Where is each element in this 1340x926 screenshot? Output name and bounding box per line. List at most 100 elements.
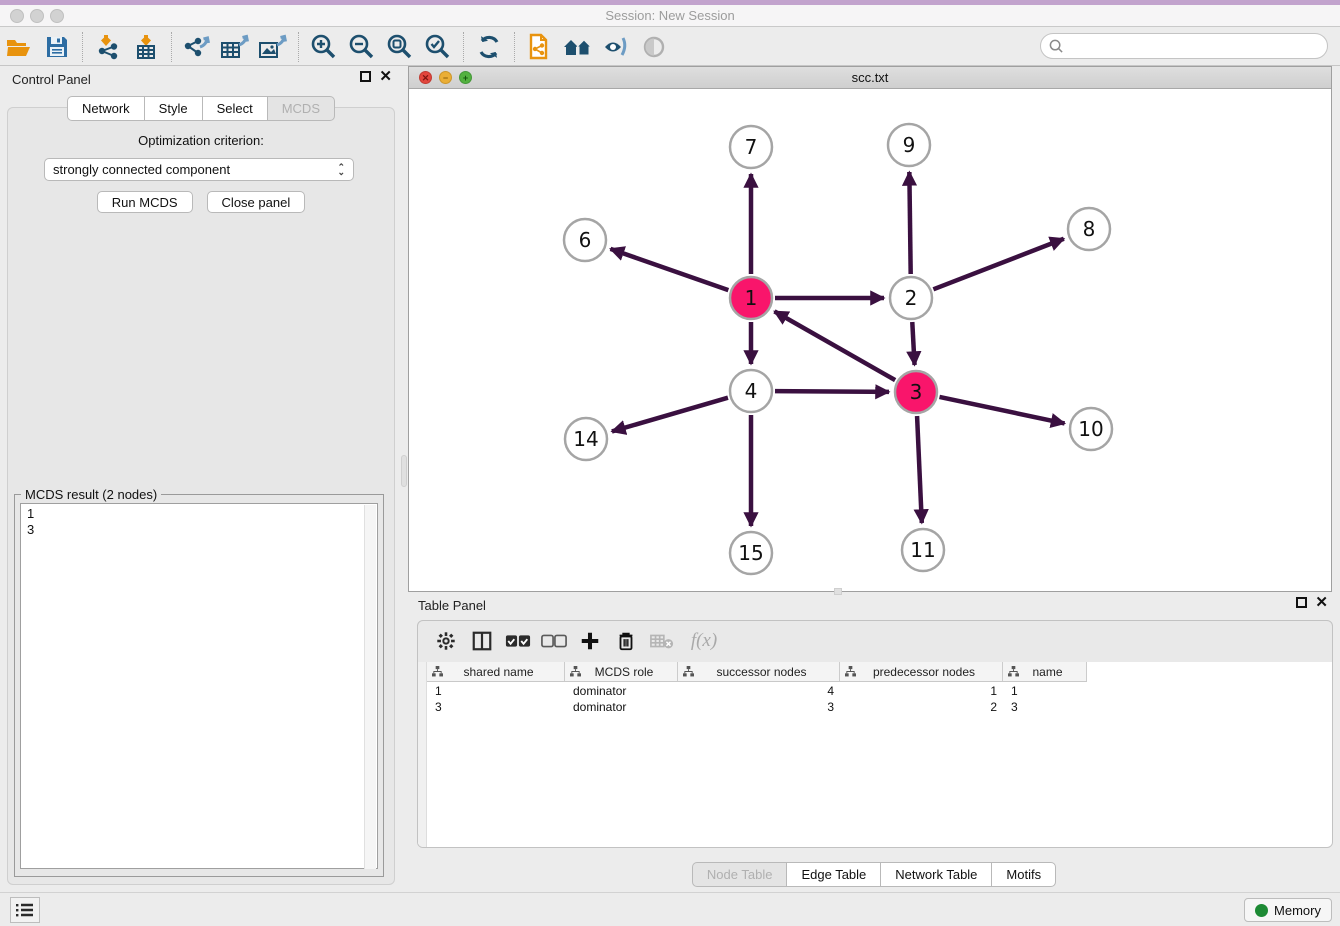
column-header-MCDS-role[interactable]: MCDS role	[565, 662, 678, 681]
import-network-icon	[94, 33, 122, 61]
column-header-successor-nodes[interactable]: successor nodes	[678, 662, 840, 681]
graph-node-label-10: 10	[1078, 417, 1103, 441]
search-field[interactable]	[1040, 33, 1328, 59]
table-cell[interactable]: 1	[427, 683, 565, 699]
zoom-selected-icon	[424, 33, 452, 61]
home-button[interactable]	[559, 31, 597, 63]
memory-button[interactable]: Memory	[1244, 898, 1332, 922]
mcds-result-value: 1	[27, 506, 377, 522]
toolbar-separator	[82, 32, 83, 62]
zoom-fit-button[interactable]	[381, 31, 419, 63]
export-table-button[interactable]	[216, 31, 254, 63]
search-input[interactable]	[1064, 39, 1327, 53]
edge-4-to-3[interactable]	[775, 391, 889, 392]
graph-node-label-8: 8	[1083, 217, 1096, 241]
select-all-columns-button[interactable]	[502, 626, 534, 656]
float-panel-icon[interactable]	[360, 71, 371, 82]
edge-2-to-8[interactable]	[933, 239, 1063, 290]
table-panel-title: Table Panel	[418, 598, 486, 613]
export-network-button[interactable]	[178, 31, 216, 63]
edge-2-to-3[interactable]	[912, 322, 914, 365]
show-task-history-button[interactable]	[10, 897, 40, 923]
hierarchy-icon	[432, 666, 443, 677]
mcds-result-value: 3	[27, 522, 377, 538]
table-cell[interactable]: dominator	[565, 683, 678, 699]
zoom-in-button[interactable]	[305, 31, 343, 63]
import-table-button[interactable]	[127, 31, 165, 63]
delete-table-button-disabled	[646, 626, 678, 656]
tab-style[interactable]: Style	[144, 96, 202, 121]
result-scrollbar[interactable]	[364, 505, 376, 869]
import-table-icon	[132, 33, 160, 61]
table-cell[interactable]: 3	[427, 699, 565, 715]
criterion-dropdown[interactable]: strongly connected component ⌃⌄	[44, 158, 354, 181]
gear-icon	[435, 630, 457, 652]
graph-node-label-15: 15	[738, 541, 763, 565]
tab-motifs[interactable]: Motifs	[991, 862, 1056, 887]
memory-status-dot	[1255, 904, 1268, 917]
edge-1-to-6[interactable]	[610, 249, 728, 290]
table-row[interactable]: 3dominator323	[427, 699, 1087, 715]
column-header-shared-name[interactable]: shared name	[427, 662, 565, 681]
table-cell[interactable]: 1	[840, 683, 1003, 699]
tab-network-table[interactable]: Network Table	[880, 862, 991, 887]
table-cell[interactable]: 4	[678, 683, 840, 699]
graph-node-label-7: 7	[745, 135, 758, 159]
mcds-result-textarea[interactable]: 1 3	[20, 503, 378, 869]
vertical-split-handle[interactable]	[401, 455, 407, 487]
tab-network[interactable]: Network	[67, 96, 144, 121]
style-visibility-button[interactable]	[597, 31, 635, 63]
tab-edge-table[interactable]: Edge Table	[786, 862, 880, 887]
zoom-selected-button[interactable]	[419, 31, 457, 63]
zoom-out-button[interactable]	[343, 31, 381, 63]
table-cell[interactable]: 2	[840, 699, 1003, 715]
edge-3-to-1[interactable]	[774, 311, 895, 380]
graph-node-label-1: 1	[745, 286, 758, 310]
clone-network-button[interactable]	[521, 31, 559, 63]
close-table-panel-icon[interactable]: ✕	[1315, 597, 1328, 608]
table-cell[interactable]: 3	[678, 699, 840, 715]
deselect-all-columns-button[interactable]	[538, 626, 570, 656]
tab-select[interactable]: Select	[202, 96, 267, 121]
export-image-button[interactable]	[254, 31, 292, 63]
column-header-predecessor-nodes[interactable]: predecessor nodes	[840, 662, 1003, 681]
table-cell[interactable]: 1	[1003, 683, 1087, 699]
main-toolbar	[0, 28, 1340, 66]
column-header-label: successor nodes	[694, 665, 839, 679]
network-window-titlebar[interactable]: ✕ − + scc.txt	[409, 67, 1331, 89]
open-folder-icon	[5, 35, 33, 59]
row-gutter	[418, 662, 427, 848]
table-settings-button[interactable]	[430, 626, 462, 656]
edge-3-to-11[interactable]	[917, 416, 922, 523]
eye-disabled-button[interactable]	[635, 31, 673, 63]
close-panel-icon[interactable]: ✕	[379, 71, 392, 82]
tab-mcds[interactable]: MCDS	[267, 96, 335, 121]
add-column-button[interactable]	[574, 626, 606, 656]
paint-eye-icon	[601, 34, 631, 60]
split-panel-button[interactable]	[466, 626, 498, 656]
edge-2-to-9[interactable]	[909, 172, 910, 274]
optimization-criterion-label: Optimization criterion:	[0, 133, 402, 148]
function-builder-button-disabled: f(x)	[682, 626, 726, 656]
float-table-panel-icon[interactable]	[1296, 597, 1307, 608]
table-cell[interactable]: 3	[1003, 699, 1087, 715]
table-cell[interactable]: dominator	[565, 699, 678, 715]
export-image-icon	[257, 33, 289, 61]
column-header-name[interactable]: name	[1003, 662, 1087, 681]
apply-layout-button[interactable]	[470, 31, 508, 63]
network-canvas-svg[interactable]: 7968124314101511	[410, 90, 1330, 591]
save-session-button[interactable]	[38, 31, 76, 63]
delete-column-button[interactable]	[610, 626, 642, 656]
run-mcds-button[interactable]: Run MCDS	[97, 191, 193, 213]
close-panel-button[interactable]: Close panel	[207, 191, 306, 213]
search-icon	[1049, 39, 1064, 54]
edge-3-to-10[interactable]	[939, 397, 1064, 423]
open-session-button[interactable]	[0, 31, 38, 63]
import-network-button[interactable]	[89, 31, 127, 63]
tab-node-table[interactable]: Node Table	[692, 862, 787, 887]
edge-4-to-14[interactable]	[612, 398, 728, 432]
column-header-label: predecessor nodes	[856, 665, 1002, 679]
mcds-result-group: MCDS result (2 nodes) 1 3	[14, 494, 384, 877]
hierarchy-icon	[570, 666, 581, 677]
table-row[interactable]: 1dominator411	[427, 683, 1087, 699]
